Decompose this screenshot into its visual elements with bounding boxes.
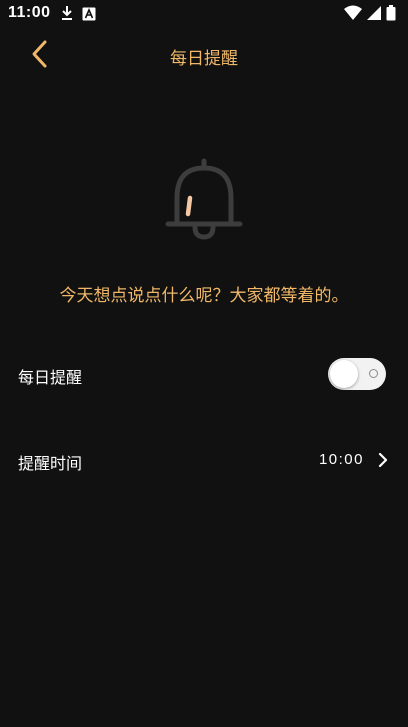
download-icon	[60, 5, 74, 25]
chevron-right-icon	[374, 450, 392, 470]
status-bar: 11:00	[0, 0, 408, 28]
daily-reminder-label: 每日提醒	[18, 368, 83, 387]
daily-reminder-toggle[interactable]	[328, 358, 386, 390]
reminder-time-value: 10:00	[318, 451, 364, 468]
status-time: 11:00	[8, 4, 51, 21]
header: 每日提醒	[0, 30, 408, 82]
page-title: 每日提醒	[170, 49, 238, 69]
reminder-time-label: 提醒时间	[18, 454, 83, 473]
bell-icon	[160, 156, 248, 244]
status-left-icons	[60, 5, 96, 25]
battery-icon	[386, 5, 396, 25]
status-right-icons	[344, 5, 396, 25]
font-a-icon	[82, 6, 96, 25]
cellular-icon	[366, 5, 382, 25]
toggle-off-indicator-icon	[369, 369, 378, 378]
reminder-time-row[interactable]: 提醒时间 10:00	[0, 436, 408, 486]
toggle-knob	[330, 360, 358, 388]
daily-reminder-row: 每日提醒	[0, 350, 408, 400]
wifi-icon	[344, 5, 362, 25]
empty-state-message: 今天想点说点什么呢？大家都等着的。	[59, 286, 349, 306]
